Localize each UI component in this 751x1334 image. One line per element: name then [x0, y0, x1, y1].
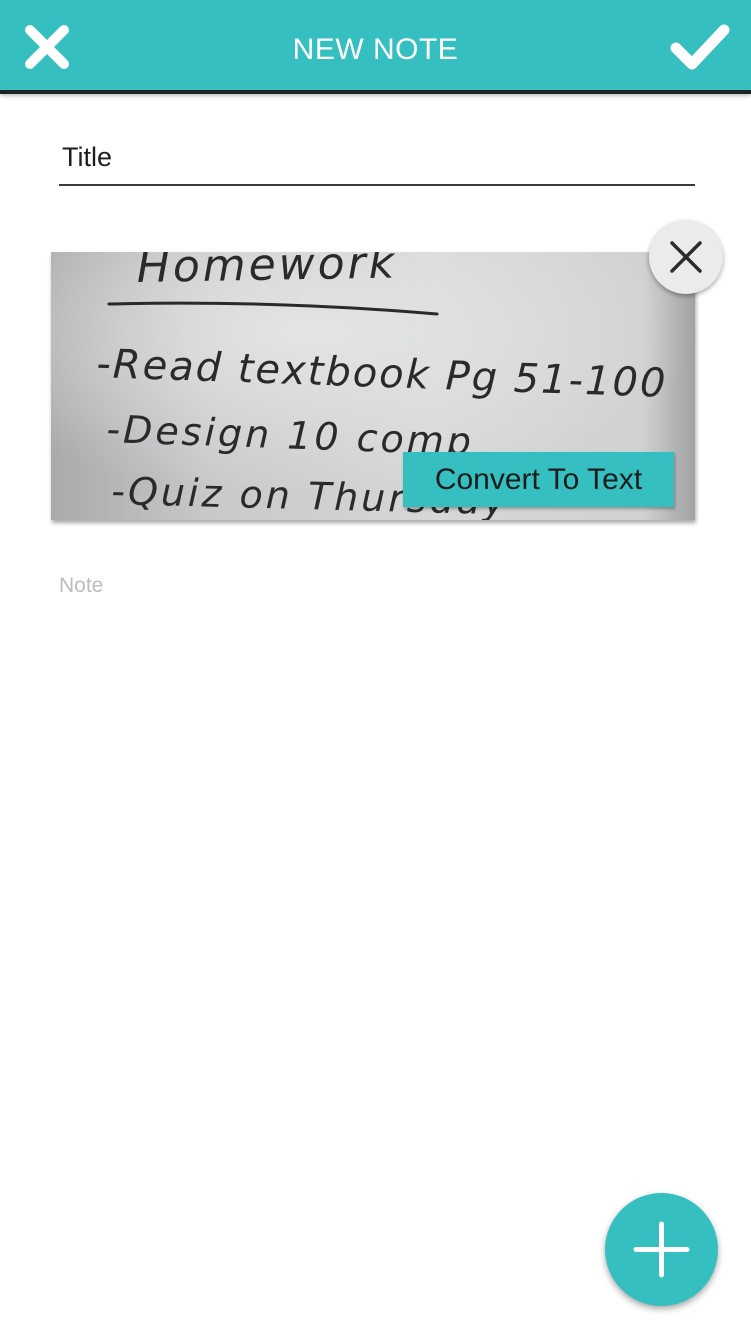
page-title: NEW NOTE: [292, 33, 459, 66]
title-input[interactable]: [59, 130, 695, 186]
close-icon: [25, 25, 69, 69]
convert-to-text-button[interactable]: Convert To Text: [403, 452, 674, 507]
add-attachment-button[interactable]: [605, 1193, 718, 1306]
plus-icon: [633, 1221, 690, 1278]
top-app-bar: NEW NOTE: [0, 0, 751, 94]
remove-photo-button[interactable]: [649, 220, 723, 294]
close-button[interactable]: [22, 22, 72, 72]
checkmark-icon: [670, 24, 730, 70]
save-button[interactable]: [668, 20, 732, 74]
close-icon: [670, 241, 702, 273]
note-input[interactable]: [59, 566, 695, 606]
handwriting-line-heading: Homework: [136, 252, 397, 293]
